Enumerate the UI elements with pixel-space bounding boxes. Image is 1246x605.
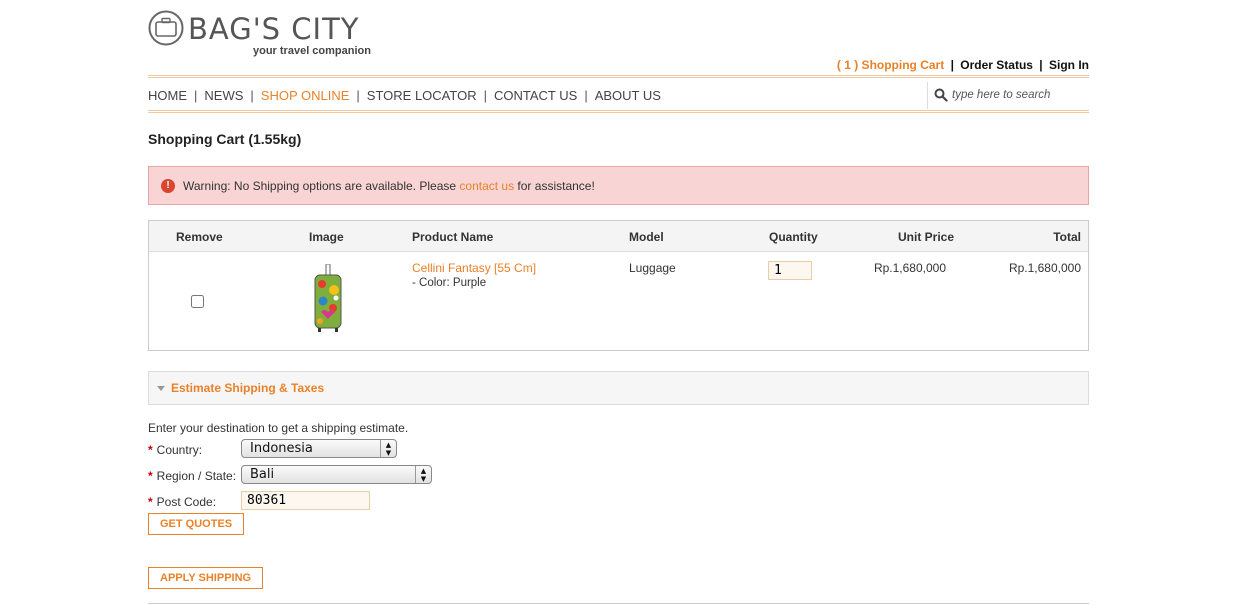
- luggage-product-image[interactable]: [311, 264, 345, 334]
- nav-separator: |: [194, 88, 198, 103]
- warning-text: Warning: No Shipping options are availab…: [183, 179, 460, 193]
- postcode-label: * Post Code:: [148, 495, 216, 509]
- col-unit-price: Unit Price: [898, 230, 955, 244]
- shopping-cart-link[interactable]: ( 1 ) Shopping Cart: [837, 58, 944, 72]
- brand-logo[interactable]: BAG'S CITY your travel companion: [148, 10, 378, 60]
- required-mark: *: [148, 469, 153, 483]
- region-select-value: Bali: [250, 467, 275, 482]
- cart-table: Remove Image Product Name Model Quantity…: [148, 220, 1089, 351]
- nav-contact-us[interactable]: CONTACT US: [494, 88, 577, 103]
- nav-separator: |: [584, 88, 588, 103]
- bottom-divider: [148, 603, 1089, 604]
- postcode-label-text: Post Code:: [156, 495, 217, 509]
- get-quotes-button[interactable]: GET QUOTES: [148, 513, 245, 535]
- brand-tagline: your travel companion: [253, 45, 371, 57]
- estimate-shipping-toggle[interactable]: Estimate Shipping & Taxes: [148, 371, 1089, 405]
- nav-shop-online[interactable]: SHOP ONLINE: [261, 88, 350, 103]
- col-image: Image: [309, 230, 344, 244]
- updown-arrows-icon: ▲ ▼: [380, 440, 396, 457]
- warning-text: for assistance!: [514, 179, 595, 193]
- remove-checkbox[interactable]: [191, 295, 204, 308]
- nav-separator: |: [483, 88, 487, 103]
- quantity-input[interactable]: [768, 261, 812, 280]
- country-select[interactable]: Indonesia ▲ ▼: [241, 439, 397, 458]
- nav-news[interactable]: NEWS: [204, 88, 243, 103]
- estimate-intro: Enter your destination to get a shipping…: [148, 421, 409, 435]
- col-total: Total: [1053, 230, 1081, 244]
- row-total: Rp.1,680,000: [1008, 261, 1081, 275]
- main-nav: HOME | NEWS | SHOP ONLINE | STORE LOCATOR | CONT…: [148, 88, 661, 103]
- product-model: Luggage: [629, 261, 676, 275]
- col-remove: Remove: [176, 230, 223, 244]
- triangle-down-icon: [157, 386, 165, 391]
- region-label: * Region / State:: [148, 469, 236, 483]
- search-input[interactable]: [952, 86, 1088, 104]
- nav-home[interactable]: HOME: [148, 88, 187, 103]
- country-label: * Country:: [148, 443, 202, 457]
- sign-in-link[interactable]: Sign In: [1049, 58, 1089, 72]
- col-product-name: Product Name: [412, 230, 494, 244]
- col-model: Model: [629, 230, 664, 244]
- cart-table-header: Remove Image Product Name Model Quantity…: [149, 221, 1088, 252]
- col-quantity: Quantity: [769, 230, 818, 244]
- order-status-link[interactable]: Order Status: [960, 58, 1033, 72]
- product-option: - Color: Purple: [412, 277, 487, 289]
- nav-store-locator[interactable]: STORE LOCATOR: [367, 88, 477, 103]
- unit-price: Rp.1,680,000: [873, 261, 946, 275]
- region-label-text: Region / State:: [156, 469, 237, 483]
- nav-divider: [148, 110, 1089, 113]
- warning-message: Warning: No Shipping options are availab…: [183, 179, 595, 193]
- suitcase-icon: [148, 10, 184, 46]
- link-separator: |: [1039, 58, 1043, 72]
- account-links: ( 1 ) Shopping Cart | Order Status | Sig…: [837, 58, 1089, 72]
- nav-about-us[interactable]: ABOUT US: [595, 88, 661, 103]
- updown-arrows-icon: ▲ ▼: [415, 466, 431, 483]
- table-row: Cellini Fantasy [55 Cm] - Color: Purple …: [149, 252, 1088, 350]
- country-select-value: Indonesia: [250, 441, 313, 456]
- postcode-input[interactable]: [241, 491, 370, 510]
- estimate-shipping-title: Estimate Shipping & Taxes: [171, 381, 325, 395]
- search-icon[interactable]: [934, 88, 948, 102]
- shipping-warning: ! Warning: No Shipping options are avail…: [148, 166, 1089, 205]
- exclamation-circle-icon: !: [161, 179, 175, 193]
- brand-name: BAG'S CITY: [188, 12, 360, 46]
- search-box: [927, 82, 1089, 109]
- country-label-text: Country:: [156, 443, 203, 457]
- header-divider: [148, 75, 1089, 78]
- page: BAG'S CITY your travel companion ( 1 ) S…: [148, 0, 1089, 605]
- link-separator: |: [950, 58, 954, 72]
- apply-shipping-button[interactable]: APPLY SHIPPING: [148, 567, 264, 589]
- required-mark: *: [148, 495, 153, 509]
- page-title: Shopping Cart (1.55kg): [148, 131, 302, 147]
- required-mark: *: [148, 443, 153, 457]
- nav-separator: |: [356, 88, 360, 103]
- contact-us-link[interactable]: contact us: [459, 179, 514, 193]
- product-name-link[interactable]: Cellini Fantasy [55 Cm]: [412, 261, 536, 275]
- nav-separator: |: [250, 88, 254, 103]
- region-select[interactable]: Bali ▲ ▼: [241, 465, 432, 484]
